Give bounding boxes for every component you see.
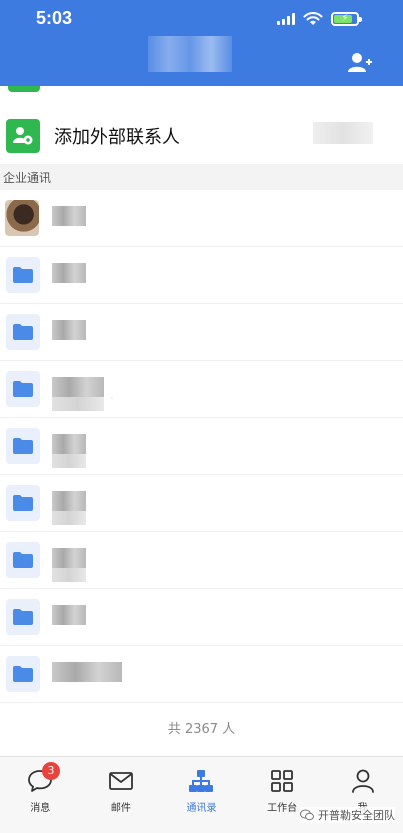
bottom-tab-bar: 3 消息 邮件 通讯录 工作台 开普勒安全团队 <box>0 756 403 833</box>
folder-icon <box>6 656 40 692</box>
total-member-count: 共 2367 人 <box>167 722 236 737</box>
folder-icon <box>6 599 40 635</box>
folder-icon <box>6 371 40 407</box>
contacts-list-area[interactable]: 添加外部联系人 企业通讯 共 2367 人 · <box>0 86 403 756</box>
name-obscured <box>52 491 86 511</box>
name-obscured <box>52 662 122 682</box>
watermark-brand: 开普勒安全团队 <box>300 807 395 823</box>
wifi-icon <box>303 12 323 25</box>
tab-label: 通讯录 <box>186 803 217 814</box>
detail-obscured <box>52 511 86 525</box>
tab-mail[interactable]: 邮件 <box>81 757 162 833</box>
add-external-contact-label: 添加外部联系人 <box>54 127 180 148</box>
list-item[interactable] <box>0 589 403 646</box>
row-detail-obscured <box>313 122 373 144</box>
detail-obscured <box>52 568 86 582</box>
list-item[interactable] <box>0 475 403 532</box>
folder-icon <box>6 257 40 293</box>
add-contact-button[interactable] <box>347 50 373 76</box>
list-item[interactable] <box>0 361 403 418</box>
section-label: 企业通讯 <box>3 171 52 185</box>
name-obscured <box>52 320 86 340</box>
tab-label: 工作台 <box>267 803 298 814</box>
name-obscured <box>52 206 86 226</box>
list-item[interactable] <box>0 532 403 589</box>
list-item[interactable] <box>0 418 403 475</box>
mail-icon <box>108 772 133 790</box>
list-item[interactable] <box>0 247 403 304</box>
name-obscured <box>52 434 86 454</box>
page-title-obscured <box>148 36 232 72</box>
section-header: 企业通讯 <box>0 164 403 190</box>
add-person-icon <box>6 119 40 153</box>
folder-icon <box>6 542 40 578</box>
grid-icon <box>271 770 293 792</box>
list-item[interactable] <box>0 304 403 361</box>
list-item[interactable] <box>0 190 403 247</box>
name-obscured <box>52 548 86 568</box>
unread-badge: 3 <box>42 762 60 780</box>
list-item[interactable] <box>0 646 403 703</box>
folder-icon <box>6 314 40 350</box>
detail-obscured <box>52 397 104 411</box>
cellular-signal-icon <box>277 13 295 25</box>
tab-label: 消息 <box>30 803 51 814</box>
folder-icon <box>6 485 40 521</box>
person-icon <box>351 769 374 793</box>
app-header: 5:03 ⚡ <box>0 0 403 86</box>
partial-green-icon <box>8 86 40 92</box>
tab-messages[interactable]: 3 消息 <box>0 757 81 833</box>
tab-label: 邮件 <box>110 803 131 814</box>
status-time: 5:03 <box>36 8 73 28</box>
wechat-logo-icon <box>300 809 314 821</box>
tab-contacts[interactable]: 通讯录 <box>161 757 242 833</box>
folder-icon <box>6 428 40 464</box>
name-obscured <box>52 263 86 283</box>
name-obscured <box>52 377 104 397</box>
battery-charging-icon: ⚡ <box>331 12 362 26</box>
status-icons: ⚡ <box>277 12 362 26</box>
detail-obscured <box>52 454 86 468</box>
brand-text: 开普勒安全团队 <box>318 809 395 822</box>
name-obscured <box>52 605 86 625</box>
add-external-contact-row[interactable]: 添加外部联系人 <box>0 108 403 164</box>
department-list <box>0 190 403 703</box>
avatar <box>5 200 39 236</box>
org-chart-icon <box>189 770 214 792</box>
